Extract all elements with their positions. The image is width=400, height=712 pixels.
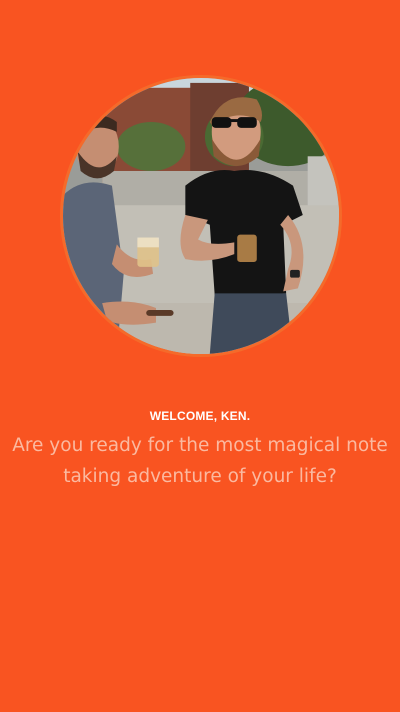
welcome-screen: WELCOME, KEN. Are you ready for the most… [0,0,400,712]
welcome-greeting: WELCOME, KEN. [149,409,251,423]
welcome-message: Are you ready for the most magical note … [12,435,388,487]
profile-photo [60,75,342,357]
user-photo-icon [63,78,339,354]
